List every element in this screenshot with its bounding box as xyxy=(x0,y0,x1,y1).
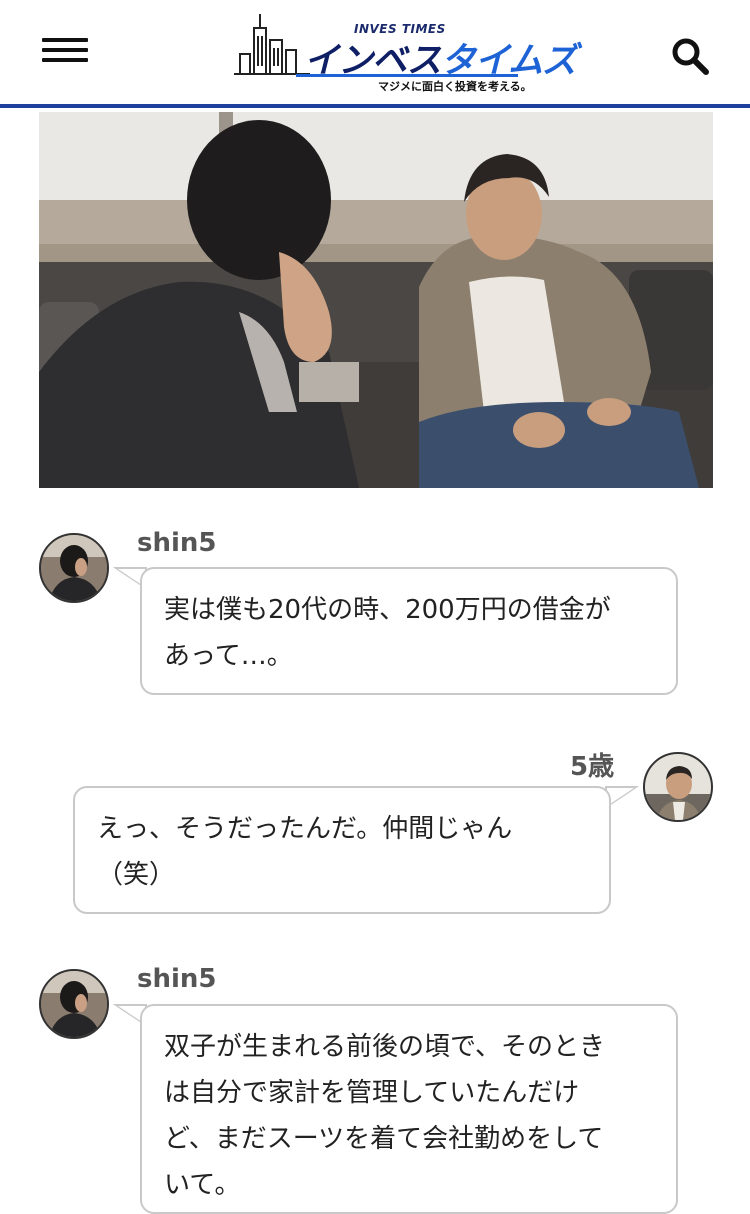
city-skyline-icon xyxy=(234,14,310,75)
avatar-shin5-image xyxy=(41,971,107,1037)
speaker-name: shin5 xyxy=(137,528,217,558)
avatar-5sai xyxy=(643,752,713,822)
site-logo[interactable]: INVES TIMES インベスタイムズ マジメに面白く投資を考える。 xyxy=(232,10,577,96)
chat-line: 双子が生まれる前後の頃で、そのとき xyxy=(164,1032,605,1062)
avatar-shin5 xyxy=(39,969,109,1039)
avatar-shin5 xyxy=(39,533,109,603)
logo-ja-main: インベス xyxy=(304,41,442,81)
chat-bubble: えっ、そうだったんだ。仲間じゃん （笑） xyxy=(73,786,611,914)
chat-line: いて。 xyxy=(164,1170,241,1200)
speaker-name: shin5 xyxy=(137,964,217,994)
speaker-name: 5歳 xyxy=(570,752,615,782)
chat-line: は自分で家計を管理していたんだけ xyxy=(164,1078,580,1108)
logo-ja-accent: タイムズ xyxy=(440,41,577,81)
avatar-5sai-image xyxy=(645,754,711,820)
chat-line: えっ、そうだったんだ。仲間じゃん xyxy=(97,814,513,844)
site-header: INVES TIMES インベスタイムズ マジメに面白く投資を考える。 xyxy=(0,0,750,108)
chat-line: ど、まだスーツを着て会社勤めをして xyxy=(164,1124,604,1154)
chat-bubble: 双子が生まれる前後の頃で、そのとき は自分で家計を管理していたんだけ ど、まだス… xyxy=(140,1004,678,1214)
logo-tagline: マジメに面白く投資を考える。 xyxy=(378,80,532,93)
hero-photo xyxy=(39,112,713,488)
chat-line: あって…。 xyxy=(164,641,293,671)
chat-line: 実は僕も20代の時、200万円の借金が xyxy=(164,595,611,625)
avatar-shin5-image xyxy=(41,535,107,601)
hamburger-menu-icon[interactable] xyxy=(42,38,90,64)
logo-japanese: インベスタイムズ xyxy=(304,32,577,83)
chat-bubble: 実は僕も20代の時、200万円の借金が あって…。 xyxy=(140,567,678,695)
search-icon[interactable] xyxy=(668,34,712,78)
chat-line: （笑） xyxy=(97,860,176,890)
